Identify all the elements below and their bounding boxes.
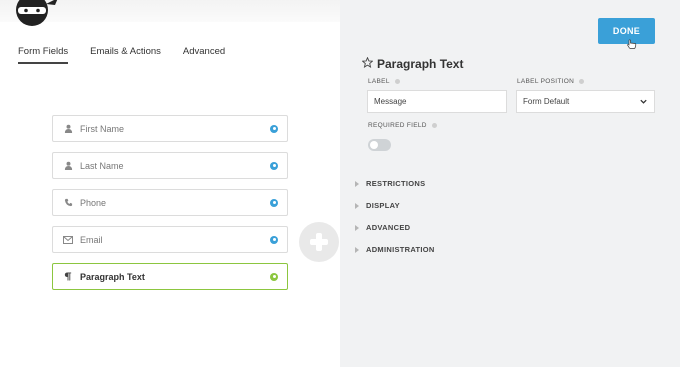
required-field-caption-text: REQUIRED FIELD <box>368 122 427 129</box>
gear-icon[interactable] <box>270 198 278 207</box>
envelope-icon <box>62 234 74 246</box>
field-label: Paragraph Text <box>80 271 145 282</box>
field-label: First Name <box>80 123 125 134</box>
caret-right-icon <box>355 246 359 253</box>
section-restrictions[interactable]: RESTRICTIONS <box>355 179 425 188</box>
label-caption: LABEL <box>368 78 400 85</box>
section-display[interactable]: DISPLAY <box>355 201 400 210</box>
required-field-caption: REQUIRED FIELD <box>368 122 437 129</box>
label-position-caption: LABEL POSITION <box>517 78 585 85</box>
label-position-value: Form Default <box>523 97 570 106</box>
section-label: ADMINISTRATION <box>366 245 435 254</box>
user-icon <box>62 123 74 135</box>
user-icon <box>62 160 74 172</box>
section-label: ADVANCED <box>366 223 411 232</box>
help-icon[interactable] <box>394 79 400 84</box>
gear-icon[interactable] <box>270 161 278 170</box>
field-label: Phone <box>80 197 107 208</box>
panel-title-text: Paragraph Text <box>377 57 464 71</box>
paragraph-icon <box>62 271 74 283</box>
field-first-name[interactable]: First Name <box>52 115 288 142</box>
field-paragraph-text[interactable]: Paragraph Text <box>52 263 288 290</box>
caret-right-icon <box>355 224 359 231</box>
gear-icon[interactable] <box>270 124 278 133</box>
gear-icon[interactable] <box>270 235 278 244</box>
ninja-logo-icon <box>8 0 60 28</box>
field-phone[interactable]: Phone <box>52 189 288 216</box>
hand-cursor-icon <box>627 36 637 49</box>
builder-tabs: Form Fields Emails & Actions Advanced <box>18 46 247 64</box>
star-icon[interactable] <box>361 55 374 73</box>
field-label: Email <box>80 234 103 245</box>
caret-right-icon <box>355 202 359 209</box>
field-email[interactable]: Email <box>52 226 288 253</box>
gear-icon[interactable] <box>270 272 278 281</box>
label-input-value: Message <box>374 97 407 106</box>
tab-advanced[interactable]: Advanced <box>183 46 225 64</box>
section-administration[interactable]: ADMINISTRATION <box>355 245 435 254</box>
phone-icon <box>62 197 74 209</box>
help-icon[interactable] <box>431 123 437 128</box>
tab-form-fields[interactable]: Form Fields <box>18 46 69 64</box>
toggle-knob <box>370 141 378 149</box>
add-field-button[interactable] <box>299 222 339 262</box>
caret-right-icon <box>355 180 359 187</box>
label-position-caption-text: LABEL POSITION <box>517 78 575 85</box>
tab-emails-actions[interactable]: Emails & Actions <box>90 46 161 64</box>
label-caption-text: LABEL <box>368 78 390 85</box>
label-position-select[interactable]: Form Default <box>516 90 655 113</box>
section-label: DISPLAY <box>366 201 400 210</box>
field-settings-panel: DONE Paragraph Text LABEL Message LABEL … <box>340 0 680 367</box>
field-last-name[interactable]: Last Name <box>52 152 288 179</box>
section-advanced[interactable]: ADVANCED <box>355 223 410 232</box>
field-list: First Name Last Name Phone Email Paragra… <box>52 115 288 300</box>
builder-canvas: Form Fields Emails & Actions Advanced Fi… <box>0 0 340 367</box>
help-icon[interactable] <box>579 79 585 84</box>
field-label: Last Name <box>80 160 124 171</box>
required-field-toggle[interactable] <box>368 139 391 151</box>
label-input[interactable]: Message <box>367 90 507 113</box>
panel-title: Paragraph Text <box>361 55 464 73</box>
section-label: RESTRICTIONS <box>366 179 426 188</box>
chevron-down-icon <box>639 97 648 106</box>
